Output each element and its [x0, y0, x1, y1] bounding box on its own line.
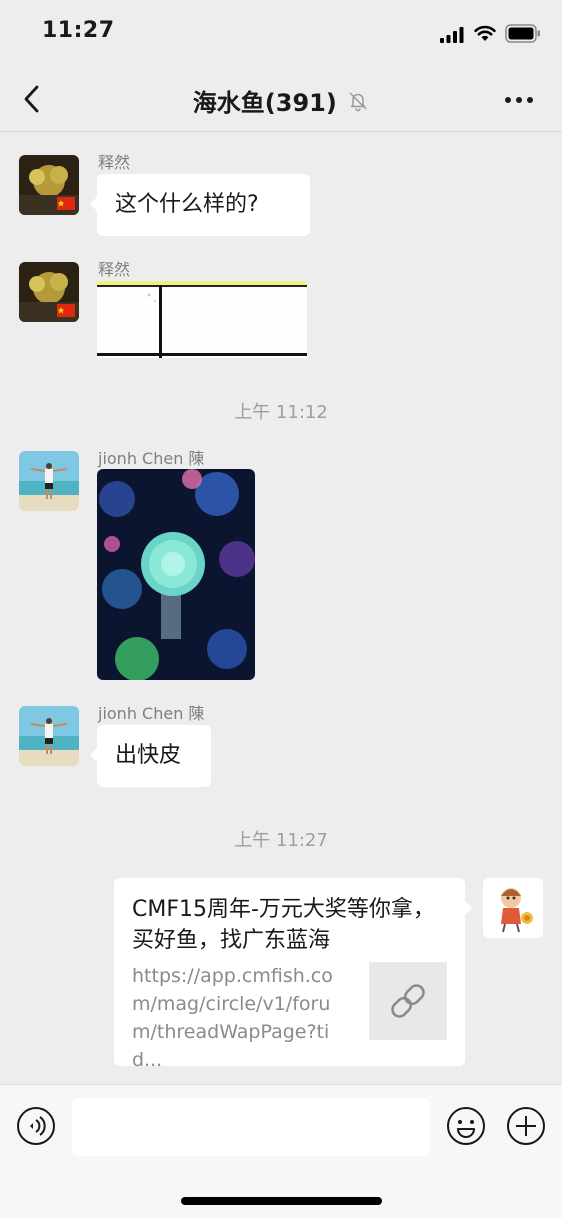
sender-name: 释然	[98, 153, 131, 172]
sender-name: jionh Chen 陳	[98, 704, 205, 723]
battery-icon	[505, 24, 540, 43]
link-icon	[391, 984, 425, 1018]
message-input[interactable]	[72, 1098, 430, 1156]
timestamp: 上午 11:12	[234, 402, 328, 423]
link-title: CMF15周年-万元大奖等你拿，买好鱼，找广东蓝海	[132, 897, 435, 953]
sender-name: jionh Chen 陳	[98, 449, 205, 468]
voice-icon[interactable]	[16, 1106, 56, 1146]
link-card[interactable]: CMF15周年-万元大奖等你拿，买好鱼，找广东蓝海 https://app.cm…	[114, 878, 472, 1071]
status-bar: 11:27	[0, 0, 562, 66]
home-indicator[interactable]	[181, 1197, 382, 1205]
chat-title: 海水鱼(391)	[0, 83, 562, 118]
plus-icon[interactable]	[506, 1106, 546, 1146]
bell-off-icon	[349, 91, 367, 111]
avatar[interactable]	[19, 451, 79, 511]
chat-title-text: 海水鱼(391)	[192, 89, 337, 117]
emoji-icon[interactable]	[446, 1106, 486, 1146]
message-bubble[interactable]: 出快皮	[90, 725, 211, 787]
wifi-icon	[474, 25, 496, 41]
link-url: https://app.cmfish.com/mag/circle/v1/for…	[132, 965, 333, 1071]
nav-bar: 海水鱼(391)	[0, 66, 562, 132]
message-bubble[interactable]: 这个什么样的?	[90, 174, 310, 236]
timestamp: 上午 11:27	[234, 830, 328, 851]
sender-name: 释然	[98, 260, 131, 279]
signal-icon	[440, 27, 464, 43]
avatar[interactable]	[19, 706, 79, 766]
avatar-self[interactable]	[483, 878, 543, 938]
status-time: 11:27	[42, 18, 115, 43]
avatar[interactable]	[19, 155, 79, 215]
image-message[interactable]	[97, 281, 307, 358]
image-message[interactable]	[97, 469, 255, 680]
avatar[interactable]	[19, 262, 79, 322]
ellipsis-icon[interactable]	[504, 96, 534, 104]
link-thumbnail	[369, 962, 447, 1040]
